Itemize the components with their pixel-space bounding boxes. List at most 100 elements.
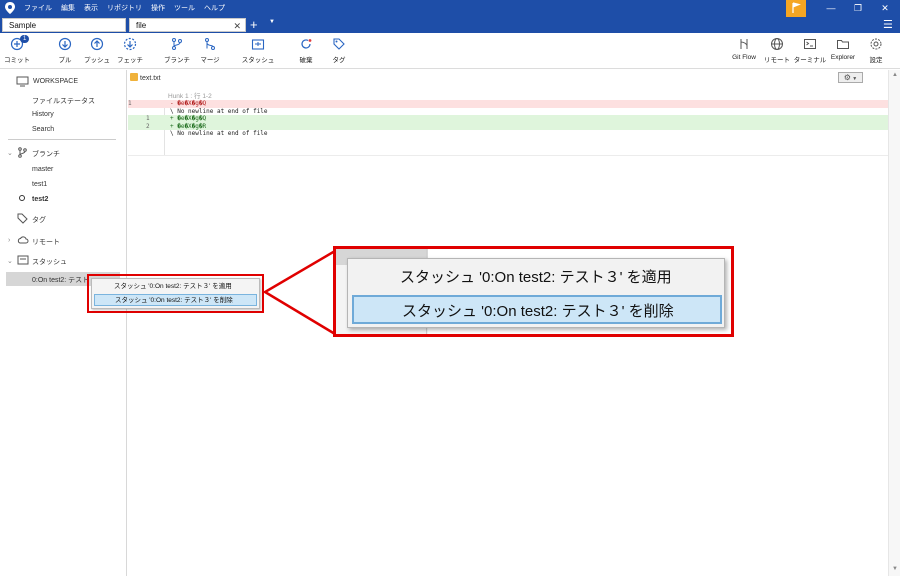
discard-button[interactable]: 破棄	[289, 37, 323, 64]
chevron-down-icon: ▼	[850, 76, 858, 82]
diff-line-text: \ No newline at end of file	[170, 107, 268, 115]
push-label: プッシュ	[84, 57, 110, 64]
tag-label: タグ	[332, 57, 346, 64]
push-button[interactable]: プッシュ	[80, 37, 114, 64]
app-logo-icon	[5, 2, 15, 14]
diff-line-text: \ No newline at end of file	[170, 130, 268, 137]
branch-button[interactable]: ブランチ	[160, 37, 194, 64]
repo-tab-bar: Sample file ✕ + ▼ ☰	[0, 17, 900, 33]
branch-icon	[18, 147, 27, 158]
workspace-title: WORKSPACE	[33, 78, 78, 85]
chevron-right-icon: ›	[8, 237, 11, 244]
menu-repository[interactable]: リポジトリ	[107, 3, 142, 13]
menu-help[interactable]: ヘルプ	[204, 3, 225, 13]
stashes-title: スタッシュ	[32, 259, 67, 266]
gear-icon: ⚙	[843, 73, 851, 82]
tab-dropdown-icon[interactable]: ▼	[269, 19, 275, 25]
close-window-button[interactable]: ✕	[879, 3, 891, 13]
minimize-button[interactable]: —	[825, 3, 837, 13]
commit-label: コミット	[4, 57, 30, 64]
tab-file[interactable]: file ✕	[129, 18, 246, 32]
remote-label: リモート	[764, 57, 790, 64]
menu-bar: ファイル 編集 表示 リポジトリ 操作 ツール ヘルプ	[24, 3, 225, 13]
new-line-number: 2	[146, 122, 150, 130]
terminal-button[interactable]: ターミナル	[793, 37, 827, 64]
explorer-label: Explorer	[830, 54, 856, 61]
menu-edit[interactable]: 編集	[61, 3, 75, 13]
zoom-callout: スタッシュ '0:On test2: テスト３' を適用 スタッシュ '0:On…	[333, 246, 734, 337]
stash-label: スタッシュ	[241, 57, 275, 64]
restore-button[interactable]: ❐	[852, 3, 864, 13]
diff-line-context: \ No newline at end of file	[128, 108, 888, 116]
terminal-label: ターミナル	[793, 57, 827, 64]
sidebar-item-label: ファイルステータス	[32, 98, 95, 105]
sidebar-item-label: test1	[32, 181, 48, 188]
file-header: text.txt	[130, 73, 161, 82]
scroll-up-icon[interactable]: ▲	[892, 72, 898, 78]
pull-button[interactable]: プル	[48, 37, 82, 64]
diff-lines: 1- �e�X�g�Q \ No newline at end of file …	[128, 100, 888, 138]
branch-icon	[172, 38, 182, 50]
diff-options-button[interactable]: ⚙ ▼	[838, 72, 863, 83]
diff-line-removed: 1 - �e�X�g�Q	[128, 100, 888, 108]
remote-button[interactable]: リモート	[760, 37, 794, 64]
new-line-number: 1	[146, 115, 150, 122]
sidebar-divider	[8, 139, 116, 140]
gitflow-icon	[740, 39, 748, 49]
discard-label: 破棄	[299, 57, 313, 64]
fetch-icon	[123, 37, 137, 51]
settings-button[interactable]: 設定	[859, 37, 893, 64]
cloud-icon	[17, 236, 29, 244]
tab-sample[interactable]: Sample	[2, 18, 126, 32]
globe-icon	[771, 38, 783, 50]
stash-context-menu: スタッシュ '0:On test2: テスト３' を適用 スタッシュ '0:On…	[91, 278, 260, 309]
zoomed-apply-stash-menu-item: スタッシュ '0:On test2: テスト３' を適用	[400, 269, 672, 286]
folder-icon	[837, 40, 849, 49]
sidebar-item-label: test2	[32, 196, 49, 203]
commit-button[interactable]: 1 コミット	[0, 35, 34, 64]
menu-actions[interactable]: 操作	[151, 3, 165, 13]
add-tab-button[interactable]: +	[250, 17, 258, 32]
merge-icon	[205, 38, 215, 50]
pull-icon	[58, 37, 72, 51]
sidebar-item-label: master	[32, 166, 54, 173]
close-tab-icon[interactable]: ✕	[233, 19, 241, 33]
tab-label: file	[136, 21, 147, 30]
delete-stash-menu-item[interactable]: スタッシュ '0:On test2: テスト３' を削除	[94, 294, 257, 306]
sidebar-item-label: 0:On test2: テスト	[32, 277, 90, 284]
gitflow-label: Git Flow	[732, 54, 756, 61]
merge-button[interactable]: マージ	[193, 37, 227, 64]
merge-label: マージ	[200, 57, 220, 64]
diff-line-context: \ No newline at end of file	[128, 130, 888, 138]
stash-button[interactable]: スタッシュ	[241, 37, 275, 64]
diff-line-text: + �e�X�g�R	[170, 122, 207, 130]
diff-line-text: + �e�X�g�Q	[170, 115, 207, 122]
menu-file[interactable]: ファイル	[24, 3, 52, 13]
scroll-down-icon[interactable]: ▼	[892, 566, 898, 572]
zoomed-stash-context-menu: スタッシュ '0:On test2: テスト３' を適用 スタッシュ '0:On…	[347, 258, 725, 328]
discard-icon	[301, 39, 312, 49]
apply-stash-menu-item[interactable]: スタッシュ '0:On test2: テスト３' を適用	[94, 281, 257, 293]
file-icon	[130, 73, 138, 81]
tab-label: Sample	[9, 21, 37, 30]
gitflow-button[interactable]: Git Flow	[727, 37, 761, 61]
hamburger-menu-icon[interactable]: ☰	[883, 18, 893, 31]
tag-button[interactable]: タグ	[322, 37, 356, 64]
tag-icon	[333, 38, 345, 50]
monitor-icon	[16, 76, 29, 87]
branch-label: ブランチ	[164, 57, 190, 64]
notification-flag-button[interactable]	[786, 0, 806, 17]
file-name: text.txt	[140, 75, 161, 82]
menu-view[interactable]: 表示	[84, 3, 98, 13]
fetch-button[interactable]: フェッチ	[113, 37, 147, 64]
vertical-scrollbar[interactable]: ▲ ▼	[888, 70, 900, 576]
toolbar: 1 コミット プル プッシュ フェッチ ブランチ マージ スタッシュ 破棄 タグ…	[0, 33, 900, 69]
chevron-down-icon: ⌄	[7, 258, 13, 265]
settings-label: 設定	[869, 57, 883, 64]
menu-tools[interactable]: ツール	[174, 3, 195, 13]
commit-count-badge: 1	[20, 35, 30, 43]
diff-line-added: 1 + �e�X�g�Q	[128, 115, 888, 123]
gear-icon	[870, 38, 882, 50]
sidebar: WORKSPACE ファイルステータス History Search ⌄ ブラン…	[0, 70, 127, 576]
explorer-button[interactable]: Explorer	[826, 37, 860, 61]
